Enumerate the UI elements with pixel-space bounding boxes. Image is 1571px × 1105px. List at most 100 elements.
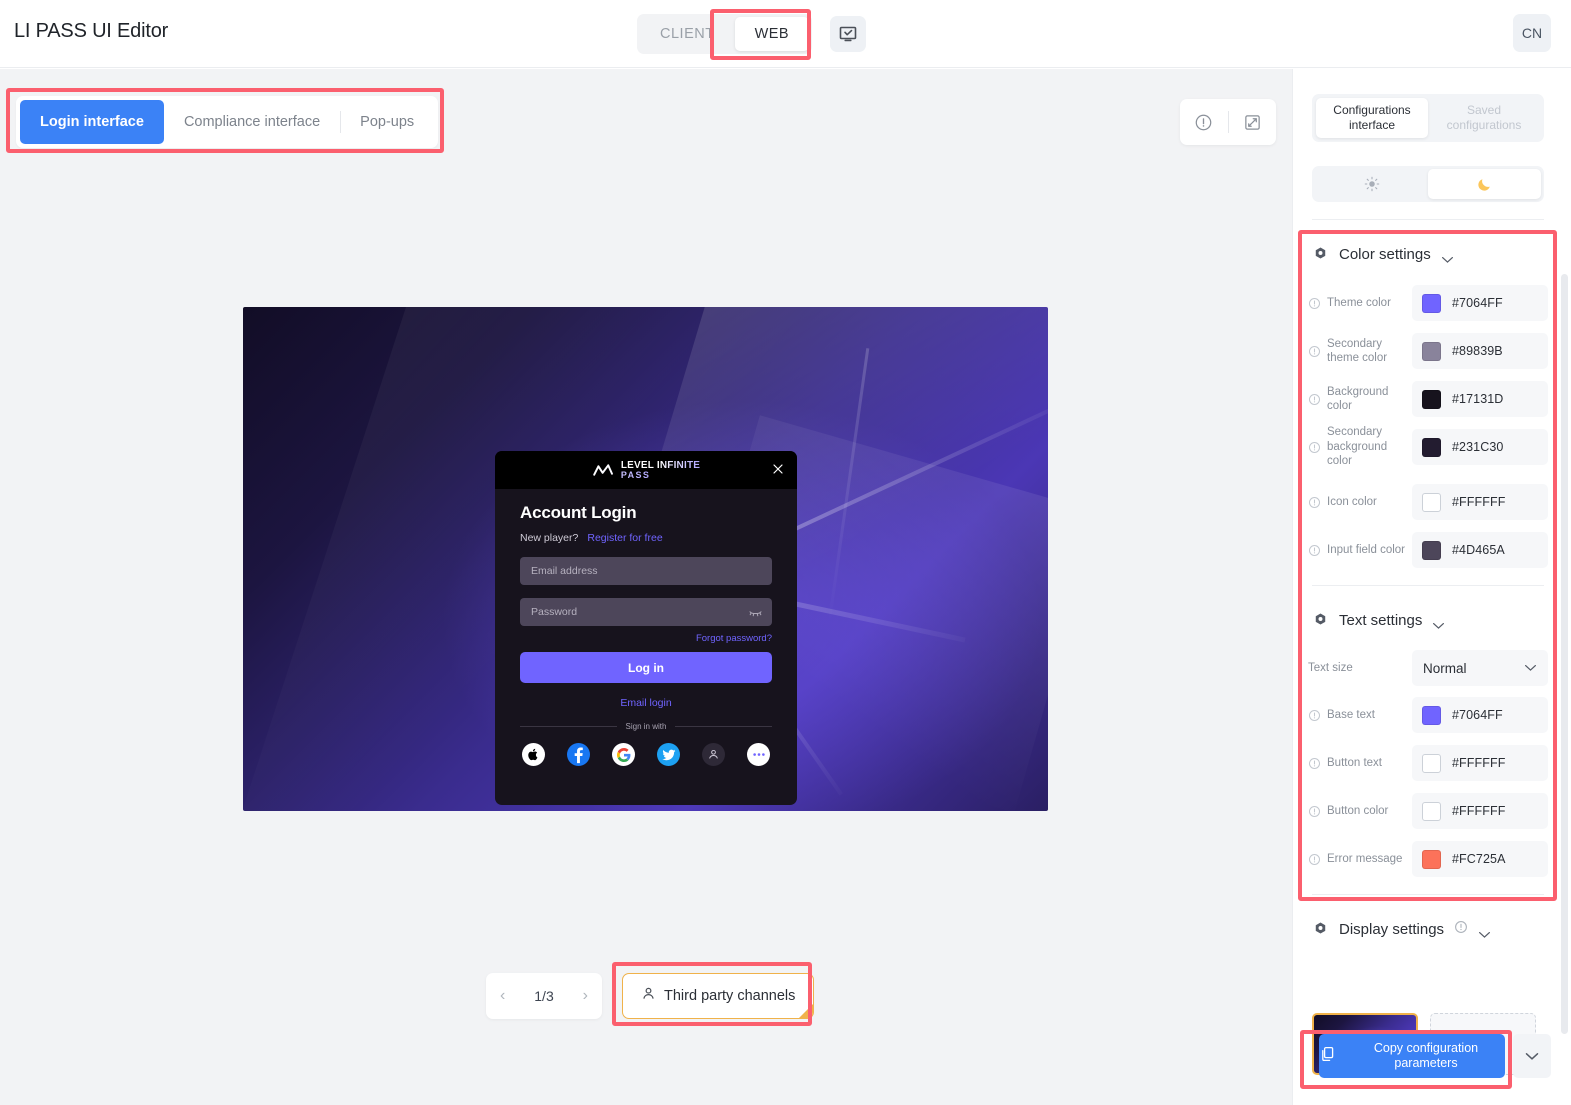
person-icon [641, 986, 656, 1006]
display-settings-title: Display settings [1339, 921, 1445, 938]
platform-tab-web[interactable]: WEB [734, 17, 810, 51]
copy-configuration-label: Copy configuration parameters [1373, 1041, 1479, 1070]
row-label: Secondary theme color [1308, 337, 1412, 366]
color-picker[interactable]: #7064FF [1412, 285, 1548, 321]
display-settings-header[interactable]: Display settings [1312, 920, 1491, 939]
row-label: Base text [1308, 708, 1412, 722]
color-hex: #17131D [1452, 392, 1504, 406]
chevron-right-icon[interactable]: › [583, 988, 588, 1004]
email-login-link[interactable]: Email login [520, 697, 772, 709]
row-label-text: Icon color [1327, 495, 1377, 508]
logo-line-1: LEVEL INFINITE [620, 459, 701, 471]
guest-account-icon[interactable] [702, 743, 725, 766]
moon-icon[interactable] [1428, 169, 1541, 199]
color-row-input-field-color: Input field color #4D465A [1308, 532, 1548, 568]
config-panel-tabs: Configurations interface Saved configura… [1312, 94, 1544, 142]
tab-saved-configurations[interactable]: Saved configurations [1428, 98, 1540, 138]
info-icon [1308, 393, 1321, 406]
text-size-value: Normal [1423, 660, 1467, 676]
new-player-row: New player? Register for free [520, 532, 772, 544]
info-icon [1308, 441, 1321, 454]
text-size-select[interactable]: Normal [1412, 650, 1548, 686]
email-placeholder: Email address [531, 565, 598, 577]
color-swatch [1422, 540, 1441, 560]
chevron-down-icon[interactable] [1432, 617, 1445, 629]
color-picker[interactable]: #231C30 [1412, 429, 1548, 465]
tab-compliance-interface[interactable]: Compliance interface [164, 100, 340, 144]
level-infinite-pass-logo: LEVEL INFINITE PASS [592, 459, 701, 480]
color-hex: #7064FF [1452, 708, 1503, 722]
color-picker[interactable]: #89839B [1412, 333, 1548, 369]
right-config-panel: Configurations interface Saved configura… [1292, 69, 1571, 1105]
sun-icon[interactable] [1315, 169, 1428, 199]
color-settings-header[interactable]: Color settings [1312, 246, 1454, 263]
color-row-theme-color: Theme color #7064FF [1308, 285, 1548, 321]
register-link[interactable]: Register for free [587, 532, 662, 544]
text-settings-header[interactable]: Text settings [1312, 612, 1445, 629]
color-swatch [1422, 492, 1441, 512]
google-icon[interactable] [612, 743, 635, 766]
forgot-password-link[interactable]: Forgot password? [520, 633, 772, 644]
info-icon [1308, 496, 1321, 509]
color-picker[interactable]: #4D465A [1412, 532, 1548, 568]
tab-configurations-interface[interactable]: Configurations interface [1316, 98, 1428, 138]
account-login-title: Account Login [520, 503, 637, 522]
text-size-label: Text size [1308, 661, 1353, 674]
login-button[interactable]: Log in [520, 652, 772, 683]
row-label: Button text [1308, 756, 1412, 770]
facebook-icon[interactable] [567, 743, 590, 766]
color-hex: #FFFFFF [1452, 804, 1506, 818]
theme-mode-toggle [1312, 166, 1544, 202]
more-options-icon[interactable] [747, 743, 770, 766]
panel-scrollbar[interactable] [1561, 274, 1568, 1034]
page-indicator: 1/3 [534, 988, 554, 1004]
email-input[interactable]: Email address [520, 557, 772, 585]
color-picker[interactable]: #FFFFFF [1412, 793, 1548, 829]
info-icon [1308, 297, 1321, 310]
twitter-icon[interactable] [657, 743, 680, 766]
third-party-channels-button[interactable]: Third party channels [622, 973, 815, 1019]
tab-login-interface[interactable]: Login interface [20, 100, 164, 144]
info-icon [1308, 757, 1321, 770]
platform-tab-client[interactable]: CLIENT [640, 17, 735, 51]
info-icon [1308, 805, 1321, 818]
canvas-area: Login interface Compliance interface Pop… [0, 69, 1292, 1105]
info-icon[interactable] [1180, 113, 1228, 132]
color-picker[interactable]: #FFFFFF [1412, 745, 1548, 781]
eye-off-icon[interactable] [749, 607, 762, 618]
divider-line [520, 726, 617, 727]
tab-popups[interactable]: Pop-ups [340, 100, 434, 144]
color-row-icon-color: Icon color #FFFFFF [1308, 484, 1548, 520]
monitor-check-icon[interactable] [830, 16, 866, 52]
chevron-left-icon[interactable]: ‹ [500, 988, 505, 1004]
background-shard [827, 348, 870, 624]
close-icon[interactable] [771, 462, 785, 476]
info-icon [1308, 544, 1321, 557]
expand-icon[interactable] [1229, 113, 1277, 132]
color-picker[interactable]: #FFFFFF [1412, 484, 1548, 520]
logo-line-2: PASS [621, 470, 700, 480]
chevron-down-icon[interactable] [1441, 251, 1454, 263]
row-label-text: Background color [1327, 385, 1389, 412]
copy-configuration-parameters-button[interactable]: Copy configuration parameters [1319, 1034, 1505, 1078]
apple-icon[interactable] [522, 743, 545, 766]
color-picker[interactable]: #17131D [1412, 381, 1548, 417]
info-icon [1308, 345, 1321, 358]
password-input[interactable]: Password [520, 598, 772, 626]
color-picker[interactable]: #7064FF [1412, 697, 1548, 733]
chevron-down-icon[interactable] [1478, 926, 1491, 938]
row-label-text: Secondary theme color [1327, 337, 1388, 364]
gear-icon [1315, 922, 1326, 934]
language-switch-button[interactable]: CN [1513, 14, 1551, 52]
text-row-base-text: Base text #7064FF [1308, 697, 1548, 733]
sign-in-with-divider: Sign in with [520, 722, 773, 731]
info-icon[interactable] [1454, 920, 1468, 939]
interface-tabs: Login interface Compliance interface Pop… [16, 96, 439, 148]
chevron-down-icon[interactable] [1513, 1034, 1551, 1078]
panel-divider [1312, 585, 1544, 586]
color-picker[interactable]: #FC725A [1412, 841, 1548, 877]
row-label-text: Secondary background color [1327, 426, 1388, 468]
copy-config-row: Copy configuration parameters [1319, 1034, 1551, 1078]
row-label: Error message [1308, 852, 1412, 866]
color-hex: #89839B [1452, 344, 1503, 358]
